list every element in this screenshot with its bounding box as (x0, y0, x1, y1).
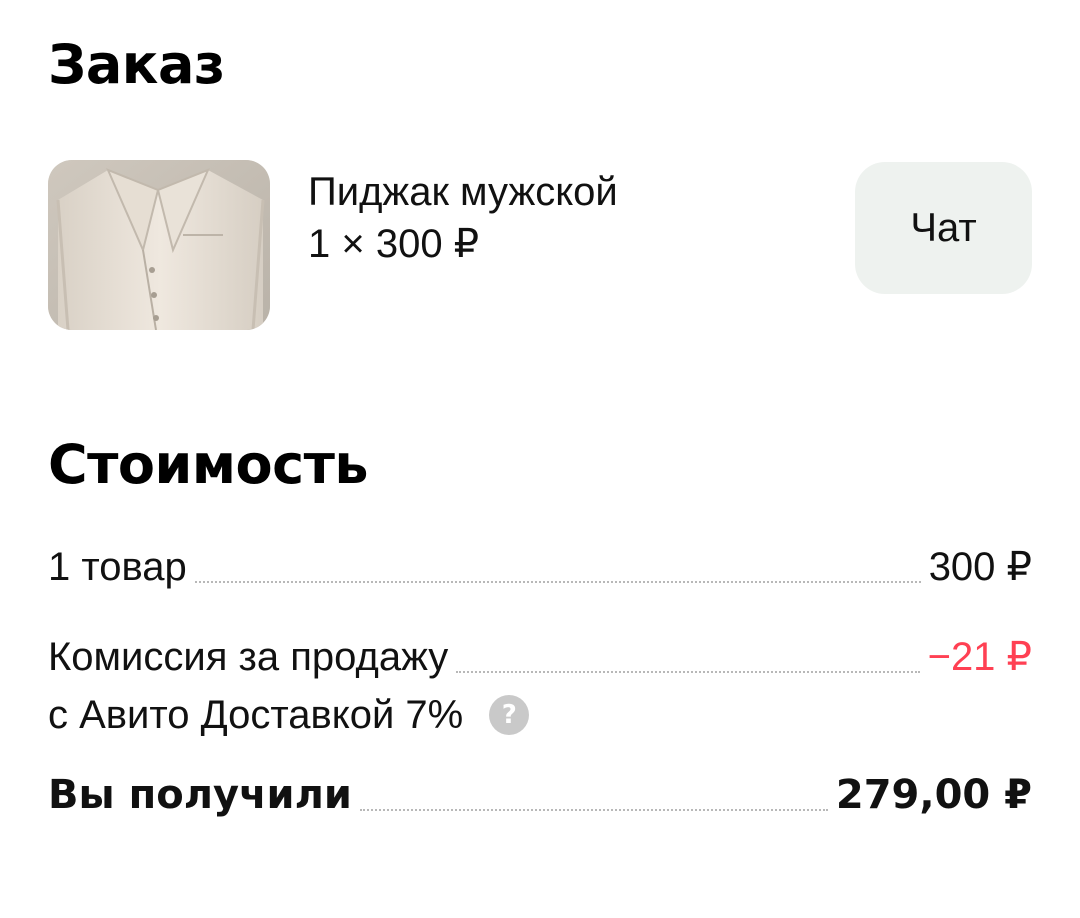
items-cost-row: 1 товар 300 ₽ (48, 542, 1032, 592)
order-section-title: Заказ (48, 33, 225, 96)
items-cost-value: 300 ₽ (928, 545, 1032, 589)
items-count-label: 1 товар (48, 545, 187, 589)
commission-value: −21 ₽ (927, 635, 1032, 679)
order-item-card[interactable]: Пиджак мужской 1 × 300 ₽ Чат (48, 160, 1032, 332)
commission-label: Комиссия за продажу (48, 635, 449, 679)
commission-row: Комиссия за продажу −21 ₽ (48, 632, 1032, 682)
dotted-leader (194, 581, 921, 583)
dotted-leader (359, 809, 828, 811)
item-info: Пиджак мужской 1 × 300 ₽ (308, 166, 618, 270)
total-value: 279,00 ₽ (835, 772, 1032, 818)
total-label: Вы получили (48, 772, 352, 818)
product-thumbnail[interactable] (48, 160, 270, 330)
item-name[interactable]: Пиджак мужской (308, 166, 618, 218)
help-icon[interactable]: ? (489, 695, 530, 735)
commission-label-line2: с Авито Доставкой 7% (48, 693, 464, 737)
total-row: Вы получили 279,00 ₽ (48, 770, 1032, 820)
jacket-image (48, 160, 270, 330)
cost-section-title: Стоимость (48, 433, 369, 496)
dotted-leader (456, 671, 920, 673)
item-quantity-price: 1 × 300 ₽ (308, 222, 480, 266)
commission-subline: с Авито Доставкой 7% ? (48, 690, 530, 740)
chat-button[interactable]: Чат (855, 162, 1032, 294)
